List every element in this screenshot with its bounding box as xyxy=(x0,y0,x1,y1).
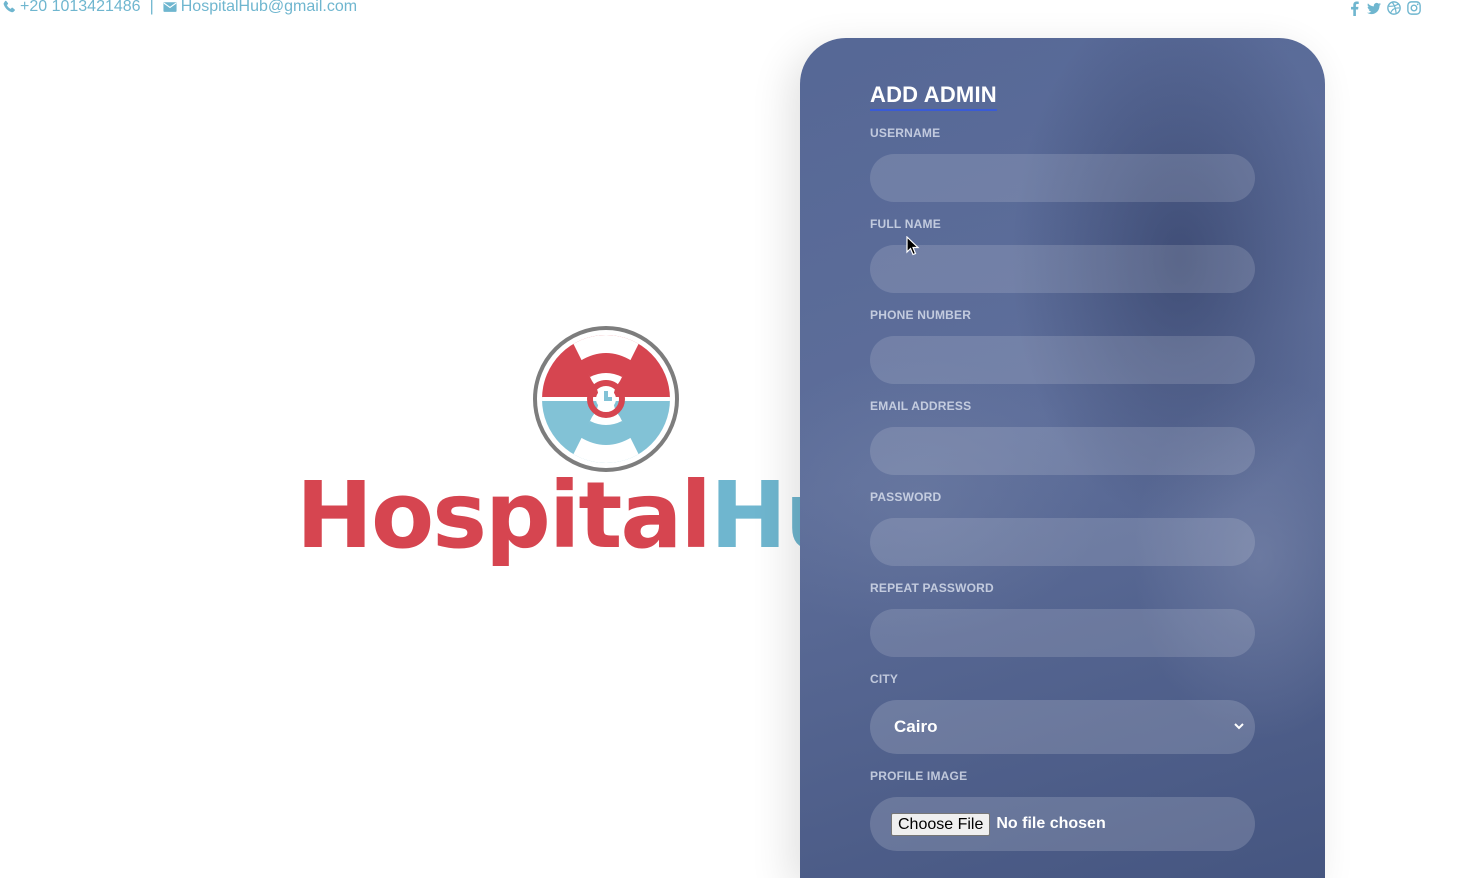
city-field-group: CITY Cairo xyxy=(870,672,1255,754)
full-name-field-group: FULL NAME xyxy=(870,217,1255,293)
contact-separator: | xyxy=(149,0,154,15)
phone-number[interactable]: +20 1013421486 xyxy=(20,0,141,16)
logo-emblem xyxy=(532,325,680,473)
email-input[interactable] xyxy=(870,427,1255,475)
password-field-group: PASSWORD xyxy=(870,490,1255,566)
chevron-down-icon xyxy=(1233,720,1245,732)
contact-info: +20 1013421486 | HospitalHub@gmail.com xyxy=(2,0,357,16)
email-link[interactable]: HospitalHub@gmail.com xyxy=(181,0,357,16)
full-name-input[interactable] xyxy=(870,245,1255,293)
password-input[interactable] xyxy=(870,518,1255,566)
choose-file-button[interactable]: Choose File xyxy=(891,812,991,836)
logo-text-hospital: Hospital xyxy=(296,462,712,569)
username-label: USERNAME xyxy=(870,126,941,140)
instagram-icon[interactable] xyxy=(1407,0,1421,16)
city-selected-value: Cairo xyxy=(894,717,938,736)
profile-image-field-group: PROFILE IMAGE Choose File No file chosen xyxy=(870,769,1255,851)
email-field-group: EMAIL ADDRESS xyxy=(870,399,1255,475)
facebook-icon[interactable] xyxy=(1347,0,1361,16)
password-label: PASSWORD xyxy=(870,490,942,504)
phone-field-group: PHONE NUMBER xyxy=(870,308,1255,384)
repeat-password-input[interactable] xyxy=(870,609,1255,657)
city-label: CITY xyxy=(870,672,899,686)
phone-icon xyxy=(2,0,16,14)
city-select[interactable]: Cairo xyxy=(870,700,1255,754)
top-bar: +20 1013421486 | HospitalHub@gmail.com xyxy=(0,0,1461,20)
phone-input[interactable] xyxy=(870,336,1255,384)
username-field-group: USERNAME xyxy=(870,126,1255,202)
profile-image-file-input: Choose File No file chosen xyxy=(870,797,1255,851)
repeat-password-field-group: REPEAT PASSWORD xyxy=(870,581,1255,657)
twitter-icon[interactable] xyxy=(1367,0,1381,16)
profile-image-label: PROFILE IMAGE xyxy=(870,769,968,783)
full-name-label: FULL NAME xyxy=(870,217,941,231)
username-input[interactable] xyxy=(870,154,1255,202)
add-admin-card: ADD ADMIN USERNAME FULL NAME PHONE NUMBE… xyxy=(800,38,1325,878)
dribbble-icon[interactable] xyxy=(1387,0,1401,16)
social-links xyxy=(1347,0,1421,16)
phone-label: PHONE NUMBER xyxy=(870,308,972,322)
form-title: ADD ADMIN xyxy=(870,82,997,111)
repeat-password-label: REPEAT PASSWORD xyxy=(870,581,994,595)
envelope-icon xyxy=(163,1,177,13)
email-label: EMAIL ADDRESS xyxy=(870,399,972,413)
add-admin-form: ADD ADMIN USERNAME FULL NAME PHONE NUMBE… xyxy=(870,82,1255,851)
mouse-cursor-icon xyxy=(906,235,920,256)
file-status-text: No file chosen xyxy=(996,815,1106,832)
